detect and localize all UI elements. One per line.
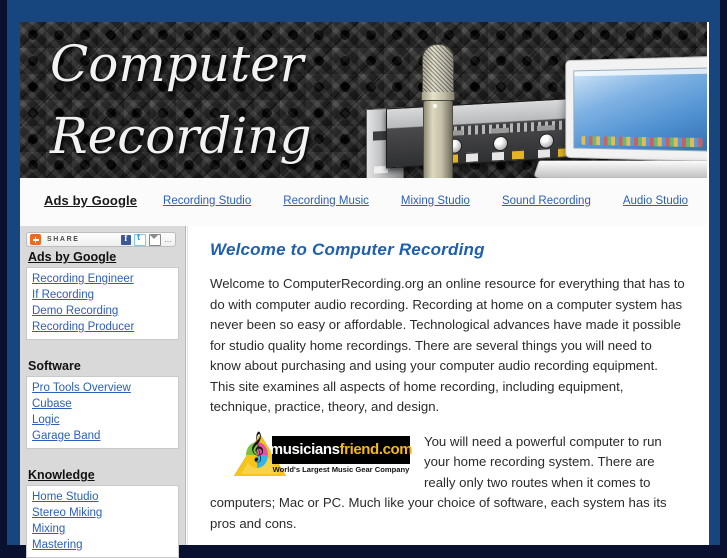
- sidebar-link-recording-producer[interactable]: Recording Producer: [32, 319, 173, 335]
- sidebar-link-cubase[interactable]: Cubase: [32, 396, 173, 412]
- sidebar-spacer-1: [26, 340, 179, 356]
- sidebar-link-home-studio[interactable]: Home Studio: [32, 489, 173, 505]
- sidebar-link-mastering[interactable]: Mastering: [32, 537, 173, 553]
- sidebar-link-pro-tools-overview[interactable]: Pro Tools Overview: [32, 380, 173, 396]
- sidebar-link-demo-recording[interactable]: Demo Recording: [32, 303, 173, 319]
- addthis-plus-icon[interactable]: [30, 234, 41, 245]
- page-title: Welcome to Computer Recording: [210, 240, 685, 260]
- intro-paragraph: Welcome to ComputerRecording.org an onli…: [210, 274, 685, 418]
- sidebar-box-knowledge: Home Studio Stereo Miking Mixing Masteri…: [26, 485, 179, 558]
- sidebar-link-stereo-miking[interactable]: Stereo Miking: [32, 505, 173, 521]
- ad-nav-link-recording-music[interactable]: Recording Music: [283, 195, 369, 207]
- sidebar-box-ads-by-google: Recording Engineer If Recording Demo Rec…: [26, 267, 179, 340]
- logo-tagline: World's Largest Music Gear Company: [270, 465, 412, 474]
- share-icon-group: …: [121, 234, 172, 246]
- sidebar-link-mixing[interactable]: Mixing: [32, 521, 173, 537]
- page-root: Computer Recording Ads by Google Recordi…: [0, 0, 727, 545]
- macbook-laptop-graphic: [536, 58, 707, 178]
- more-icon[interactable]: …: [164, 235, 172, 245]
- sidebar: SHARE … Ads by Google Recording Engineer…: [20, 226, 186, 545]
- condenser-microphone-graphic: [420, 44, 454, 178]
- musiciansfriend-ad-logo[interactable]: musiciansfriend.com World's Largest Musi…: [234, 434, 410, 480]
- sidebar-link-recording-engineer[interactable]: Recording Engineer: [32, 271, 173, 287]
- sidebar-heading-software: Software: [28, 359, 179, 373]
- google-ads-nav-bar: Ads by Google Recording Studio Recording…: [20, 178, 707, 226]
- share-label: SHARE: [47, 236, 80, 243]
- sidebar-link-logic[interactable]: Logic: [32, 412, 173, 428]
- google-ads-nav-row: Ads by Google Recording Studio Recording…: [44, 193, 720, 208]
- ad-nav-link-mixing-studio[interactable]: Mixing Studio: [401, 195, 470, 207]
- logo-wordmark: musicians friend.com: [272, 436, 410, 464]
- sidebar-link-garage-band[interactable]: Garage Band: [32, 428, 173, 444]
- sidebar-box-software: Pro Tools Overview Cubase Logic Garage B…: [26, 376, 179, 449]
- ad-nav-link-audio-studio[interactable]: Audio Studio: [623, 195, 688, 207]
- sidebar-heading-knowledge: Knowledge: [28, 468, 179, 482]
- email-icon[interactable]: [149, 234, 161, 246]
- main-content: Welcome to Computer Recording Welcome to…: [187, 226, 707, 545]
- ads-by-google-label-top: Ads by Google: [44, 193, 137, 208]
- addthis-share-bar[interactable]: SHARE …: [26, 232, 176, 247]
- sidebar-link-if-recording[interactable]: If Recording: [32, 287, 173, 303]
- logo-wordmark-part2: friend.com: [340, 436, 413, 464]
- facebook-icon[interactable]: [121, 235, 131, 245]
- twitter-icon[interactable]: [134, 234, 146, 246]
- page-body: SHARE … Ads by Google Recording Engineer…: [20, 226, 707, 545]
- sidebar-heading-ads-by-google: Ads by Google: [28, 250, 179, 264]
- paragraph-with-ad-block: musiciansfriend.com World's Largest Musi…: [210, 432, 685, 546]
- logo-wordmark-part1: musicians: [270, 436, 340, 464]
- sidebar-spacer-2: [26, 449, 179, 465]
- treble-clef-icon: [246, 442, 268, 468]
- ad-nav-link-recording-studio[interactable]: Recording Studio: [163, 195, 251, 207]
- site-banner: Computer Recording: [20, 22, 707, 178]
- ad-nav-link-sound-recording[interactable]: Sound Recording: [502, 195, 591, 207]
